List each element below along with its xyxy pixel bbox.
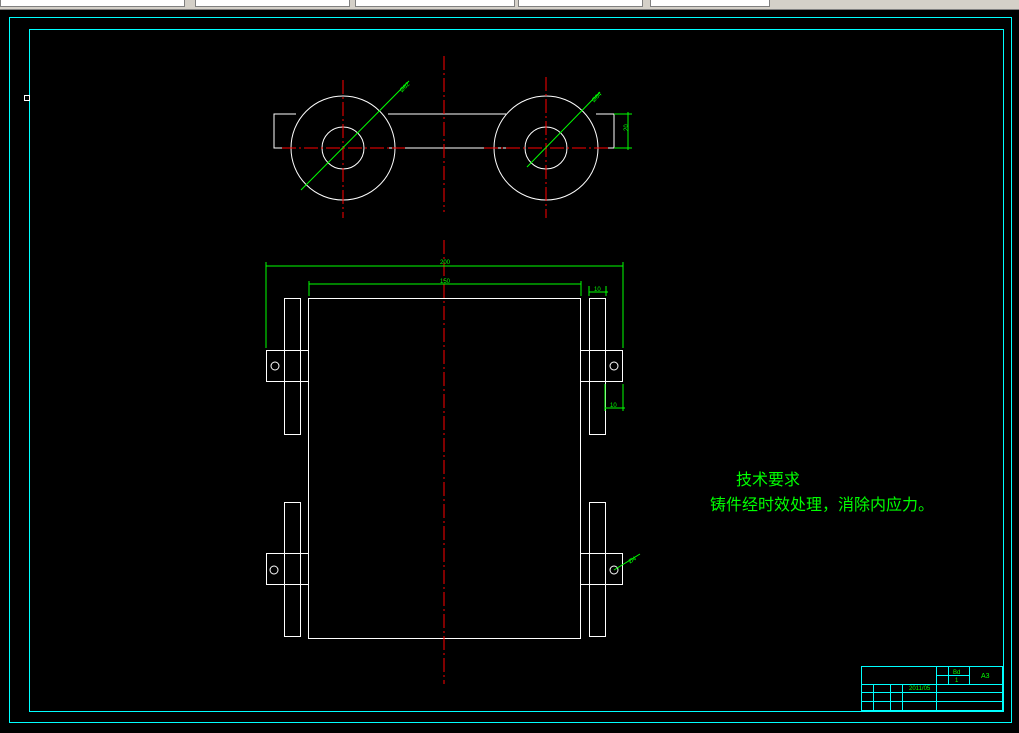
toolbar-field-5[interactable] — [650, 0, 770, 7]
title-block-date: 2011/05 — [909, 686, 931, 692]
outer-frame — [9, 17, 1012, 723]
right-lower-lug — [589, 502, 606, 637]
dim-lug-offset: 10 — [610, 403, 617, 409]
left-lower-boss — [300, 553, 309, 585]
top-view-centerlines — [282, 56, 610, 218]
right-upper-hole — [609, 361, 619, 371]
left-upper-lug — [284, 298, 301, 435]
inner-frame — [29, 29, 1004, 712]
top-left-tab — [273, 113, 296, 149]
right-lower-boss — [580, 553, 590, 585]
right-upper-boss — [580, 350, 590, 382]
dim-height-20: 20 — [624, 124, 630, 131]
left-upper-ear — [266, 350, 301, 382]
toolbar-field-4[interactable] — [518, 0, 643, 7]
top-right-tab — [596, 113, 615, 149]
toolbar-strip — [0, 0, 1019, 10]
toolbar-field-3[interactable] — [355, 0, 515, 7]
left-upper-boss — [300, 350, 309, 382]
left-lower-ear — [266, 553, 301, 585]
top-view-dimensions — [300, 80, 632, 191]
dim-lug-width: 10 — [594, 287, 601, 293]
toolbar-field-2[interactable] — [195, 0, 350, 7]
tech-requirements-title: 技术要求 — [736, 470, 801, 489]
dim-hole-diameter: Ø4 — [628, 556, 639, 566]
left-upper-hole — [270, 361, 280, 371]
right-upper-lug — [589, 298, 606, 435]
toolbar-field-1[interactable] — [0, 0, 185, 7]
front-view-dimensions — [265, 262, 641, 571]
ucs-marker — [24, 95, 30, 101]
dim-diameter-62: Ø62 — [399, 81, 412, 94]
title-block-sheet-size: A3 — [981, 673, 990, 680]
left-lower-lug — [284, 502, 301, 637]
cad-drawing: Ø62 Ø64 20 200 150 10 10 Ø4 Bd 1 A3 2011… — [9, 17, 1012, 723]
left-lower-hole — [269, 565, 279, 575]
tech-requirements-body: 铸件经时效处理，消除内应力。 — [710, 495, 935, 514]
dim-diameter-64: Ø64 — [591, 91, 604, 104]
title-block-weight-label: Bd — [953, 670, 960, 676]
dim-inner-width: 150 — [440, 279, 451, 285]
drawing-canvas[interactable]: Ø62 Ø64 20 200 150 10 10 Ø4 Bd 1 A3 2011… — [0, 10, 1019, 728]
dim-overall-width: 200 — [440, 260, 451, 266]
title-block-weight-value: 1 — [955, 678, 959, 684]
